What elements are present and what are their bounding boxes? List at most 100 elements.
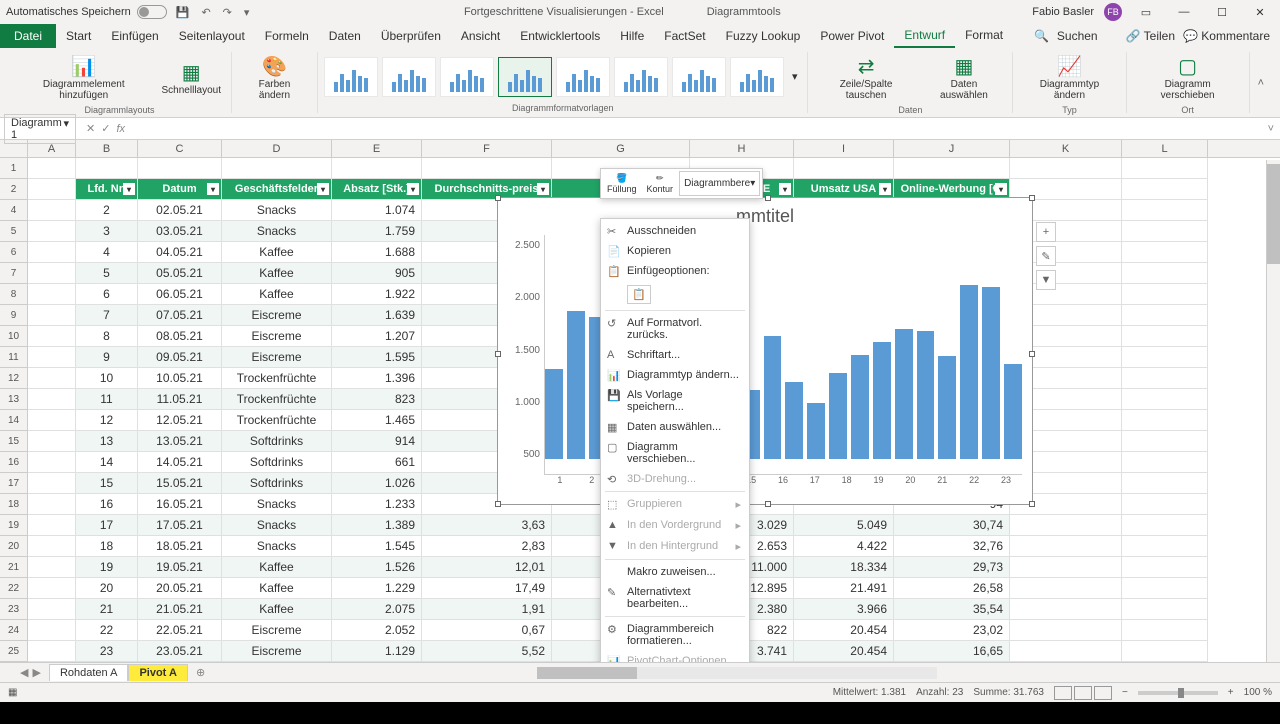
cell[interactable]: 905 [332, 263, 422, 284]
table-header[interactable]: Absatz [Stk.]▾ [332, 179, 422, 200]
row-header[interactable]: 10 [0, 326, 28, 347]
row-header[interactable]: 9 [0, 305, 28, 326]
row-header[interactable]: 4 [0, 200, 28, 221]
menu-font[interactable]: ASchriftart... [601, 345, 749, 365]
cell[interactable]: 0,67 [422, 620, 552, 641]
chart-bar[interactable] [1004, 364, 1022, 459]
undo-icon[interactable]: ↶ [198, 6, 213, 19]
row-header[interactable]: 22 [0, 578, 28, 599]
column-header[interactable]: H [690, 140, 794, 157]
cell[interactable]: 12 [76, 410, 138, 431]
chart-bar[interactable] [873, 342, 891, 459]
menu-change-chart-type[interactable]: 📊Diagrammtyp ändern... [601, 365, 749, 385]
ribbon-tab[interactable]: Formeln [255, 25, 319, 47]
ribbon-display-icon[interactable]: ▭ [1132, 2, 1160, 22]
cell[interactable]: 10 [76, 368, 138, 389]
cell[interactable]: 2.075 [332, 599, 422, 620]
cell[interactable]: 1.396 [332, 368, 422, 389]
filter-icon[interactable]: ▾ [207, 183, 219, 195]
cell[interactable]: 16.05.21 [138, 494, 222, 515]
cell[interactable]: 22.05.21 [138, 620, 222, 641]
column-header[interactable]: J [894, 140, 1010, 157]
menu-copy[interactable]: 📄Kopieren [601, 241, 749, 261]
cell[interactable]: 30,74 [894, 515, 1010, 536]
qat-dropdown-icon[interactable]: ▾ [241, 6, 253, 19]
menu-alt-text[interactable]: ✎Alternativtext bearbeiten... [601, 582, 749, 614]
view-page-layout-button[interactable] [1074, 686, 1092, 700]
table-header[interactable]: Lfd. Nr.▾ [76, 179, 138, 200]
cell[interactable]: 1,91 [422, 599, 552, 620]
cell[interactable]: Eiscreme [222, 347, 332, 368]
cell[interactable]: 06.05.21 [138, 284, 222, 305]
embedded-chart[interactable]: + ✎ ▼ mmtitel 2.5002.0001.5001.000500 12… [497, 197, 1033, 505]
select-data-button[interactable]: ▦Daten auswählen [922, 52, 1007, 103]
cell[interactable]: 02.05.21 [138, 200, 222, 221]
cell[interactable]: Kaffee [222, 578, 332, 599]
cell[interactable]: 35,54 [894, 599, 1010, 620]
cell[interactable]: 2 [76, 200, 138, 221]
cell[interactable]: 5,52 [422, 641, 552, 662]
filter-icon[interactable]: ▾ [879, 183, 891, 195]
cell[interactable]: 9 [76, 347, 138, 368]
menu-save-template[interactable]: 💾Als Vorlage speichern... [601, 385, 749, 417]
fx-icon[interactable]: fx [116, 123, 125, 135]
table-header[interactable]: Geschäftsfelder▾ [222, 179, 332, 200]
cell[interactable]: 18.05.21 [138, 536, 222, 557]
row-header[interactable]: 25 [0, 641, 28, 662]
cell[interactable]: 20.454 [794, 620, 894, 641]
chart-elements-button[interactable]: + [1036, 222, 1056, 242]
table-header[interactable]: Datum▾ [138, 179, 222, 200]
cell[interactable]: 03.05.21 [138, 221, 222, 242]
column-header[interactable]: A [28, 140, 76, 157]
chart-style-preset[interactable] [440, 57, 494, 97]
cell[interactable]: 32,76 [894, 536, 1010, 557]
share-button[interactable]: Teilen [1144, 29, 1175, 43]
sheet-tab-rohdaten[interactable]: Rohdaten A [49, 664, 129, 681]
name-box[interactable]: Diagramm 1▾ [4, 114, 76, 144]
column-header[interactable]: G [552, 140, 690, 157]
cell[interactable]: 20 [76, 578, 138, 599]
chart-style-preset[interactable] [382, 57, 436, 97]
chart-style-preset[interactable] [730, 57, 784, 97]
cell[interactable]: Trockenfrüchte [222, 389, 332, 410]
ribbon-tab[interactable]: Hilfe [610, 25, 654, 47]
cell[interactable]: 17 [76, 515, 138, 536]
chart-bar[interactable] [545, 369, 563, 459]
cell[interactable]: 10.05.21 [138, 368, 222, 389]
expand-formula-icon[interactable]: ˅ [1262, 123, 1280, 135]
column-header[interactable]: F [422, 140, 552, 157]
cell[interactable]: 16,65 [894, 641, 1010, 662]
column-header[interactable]: D [222, 140, 332, 157]
chart-style-preset[interactable] [614, 57, 668, 97]
filter-icon[interactable]: ▾ [407, 183, 419, 195]
filter-icon[interactable]: ▾ [779, 183, 791, 195]
row-header[interactable]: 21 [0, 557, 28, 578]
cell[interactable]: 21 [76, 599, 138, 620]
cell[interactable]: 1.389 [332, 515, 422, 536]
cell[interactable]: 1.545 [332, 536, 422, 557]
cell[interactable]: 7 [76, 305, 138, 326]
cell[interactable]: 26,58 [894, 578, 1010, 599]
cell[interactable]: 18.334 [794, 557, 894, 578]
cell[interactable]: 14.05.21 [138, 452, 222, 473]
ribbon-tab[interactable]: Daten [319, 25, 371, 47]
change-colors-button[interactable]: 🎨Farben ändern [238, 52, 311, 103]
cell[interactable]: 1.465 [332, 410, 422, 431]
ribbon-tab[interactable]: Seitenlayout [169, 25, 255, 47]
cell[interactable]: Trockenfrüchte [222, 368, 332, 389]
cell[interactable]: Softdrinks [222, 431, 332, 452]
row-header[interactable]: 5 [0, 221, 28, 242]
row-header[interactable]: 20 [0, 536, 28, 557]
menu-move-chart[interactable]: ▢Diagramm verschieben... [601, 437, 749, 469]
cell[interactable]: Kaffee [222, 599, 332, 620]
cell[interactable]: 661 [332, 452, 422, 473]
cell[interactable]: 09.05.21 [138, 347, 222, 368]
menu-cut[interactable]: ✂Ausschneiden [601, 221, 749, 241]
chart-style-preset[interactable] [498, 57, 552, 97]
cell[interactable]: Kaffee [222, 557, 332, 578]
cell[interactable]: 823 [332, 389, 422, 410]
file-tab[interactable]: Datei [0, 24, 56, 48]
autosave-toggle[interactable] [137, 5, 167, 19]
ribbon-tab-context[interactable]: Format [955, 24, 1013, 48]
cell[interactable]: 20.454 [794, 641, 894, 662]
